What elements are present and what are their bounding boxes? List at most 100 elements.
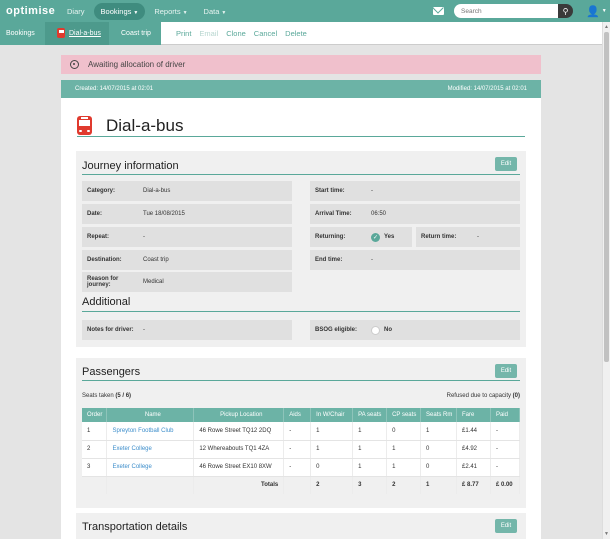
- cell-pa-seats: 1: [352, 422, 388, 441]
- col-order: Order: [82, 408, 108, 422]
- cell-cp-seats: 0: [386, 422, 422, 441]
- cancel-action[interactable]: Cancel: [254, 29, 277, 38]
- top-navbar: optimise Diary Bookings ▼ Reports ▼ Data ▼ …: [0, 0, 610, 22]
- cell-order: 3: [82, 458, 108, 477]
- chevron-down-icon: ▼: [133, 9, 139, 16]
- refused-capacity-value: (0): [512, 393, 520, 399]
- col-cp-seats: CP seats: [386, 408, 422, 422]
- total-wchair: 2: [310, 476, 354, 494]
- col-pickup: Pickup Location: [193, 408, 285, 422]
- breadcrumb: Bookings Dial-a-bus Coast trip Print Ema…: [0, 21, 602, 45]
- breadcrumb-dial-a-bus[interactable]: Dial-a-bus: [45, 21, 109, 45]
- scroll-up-icon[interactable]: ▲: [604, 24, 609, 30]
- nav-diary-label: Diary: [67, 6, 85, 16]
- table-row: 3 Exeter College 46 Rowe Street EX10 8XW…: [82, 458, 521, 477]
- cell-paid: -: [490, 458, 521, 477]
- category-label: Category:: [87, 188, 116, 194]
- cell-empty: [283, 476, 312, 494]
- cell-pa-seats: 1: [352, 440, 388, 459]
- nav-bookings[interactable]: Bookings ▼: [93, 2, 146, 20]
- logo-text: optimise: [6, 5, 56, 17]
- cell-paid: -: [490, 422, 521, 441]
- date-label: Date:: [87, 211, 103, 217]
- passenger-link[interactable]: Spreyton Football Club: [106, 422, 195, 441]
- app-logo[interactable]: optimise: [6, 5, 60, 17]
- print-action[interactable]: Print: [176, 29, 191, 38]
- col-name: Name: [106, 408, 195, 422]
- transport-edit-button[interactable]: Edit: [495, 519, 517, 533]
- date-field: Date: Tue 18/08/2015: [82, 204, 292, 224]
- bsog-label: BSOG eligible:: [315, 327, 358, 333]
- col-fare: Fare: [456, 408, 491, 422]
- reason-value: Medical: [143, 279, 164, 285]
- total-seats-rm: 1: [420, 476, 457, 494]
- nav-diary[interactable]: Diary: [60, 3, 92, 20]
- passenger-link[interactable]: Exeter College: [106, 440, 195, 459]
- delete-action[interactable]: Delete: [285, 29, 307, 38]
- cell-seats-rm: 0: [420, 458, 457, 477]
- status-alert-text: Awaiting allocation of driver: [88, 60, 186, 69]
- category-value: Dial-a-bus: [143, 188, 171, 194]
- col-pa-seats: PA seats: [352, 408, 388, 422]
- bus-icon: [77, 116, 92, 135]
- arrival-time-field: Arrival Time: 06:50: [310, 204, 520, 224]
- seats-taken-value: (5 / 6): [115, 393, 132, 399]
- additional-divider: [82, 311, 520, 312]
- passengers-edit-button[interactable]: Edit: [495, 364, 517, 378]
- end-time-field: End time: -: [310, 250, 520, 270]
- total-paid: £ 0.00: [490, 476, 521, 494]
- seats-taken-label: Seats taken: [82, 393, 114, 399]
- cell-order: 2: [82, 440, 108, 459]
- journey-edit-button[interactable]: Edit: [495, 157, 517, 171]
- scroll-down-icon[interactable]: ▼: [604, 531, 609, 537]
- cell-wchair: 1: [310, 422, 354, 441]
- cell-aids: -: [283, 422, 312, 441]
- refused-capacity-label: Refused due to capacity: [446, 393, 511, 399]
- steering-wheel-icon: [70, 60, 79, 69]
- arrival-time-value: 06:50: [371, 211, 387, 217]
- returning-label: Returning:: [315, 234, 346, 240]
- chevron-down-icon: ▼: [221, 9, 227, 16]
- transport-panel: Transportation details Edit: [76, 513, 526, 539]
- cell-cp-seats: 1: [386, 458, 422, 477]
- category-field: Category: Dial-a-bus: [82, 181, 292, 201]
- scroll-thumb[interactable]: [604, 32, 609, 362]
- page-scrollbar[interactable]: ▲ ▼: [602, 22, 610, 539]
- search-input[interactable]: [454, 4, 558, 18]
- col-wchair: In W/Chair: [310, 408, 354, 422]
- passenger-link[interactable]: Exeter College: [106, 458, 195, 477]
- nav-reports[interactable]: Reports ▼: [147, 3, 194, 20]
- total-cp-seats: 2: [386, 476, 422, 494]
- clone-action[interactable]: Clone: [226, 29, 246, 38]
- totals-row: Totals 2 3 2 1 £ 8.77 £ 0.00: [82, 476, 521, 494]
- col-seats-rm: Seats Rm: [420, 408, 457, 422]
- cell-seats-rm: 0: [420, 440, 457, 459]
- col-paid: Paid: [490, 408, 521, 422]
- email-action: Email: [199, 28, 219, 38]
- page-title: Dial-a-bus: [106, 115, 184, 135]
- user-icon[interactable]: 👤 ▼: [586, 4, 607, 18]
- journey-heading: Journey information: [82, 160, 179, 172]
- return-time-label: Return time:: [421, 234, 457, 240]
- breadcrumb-bookings[interactable]: Bookings: [0, 21, 45, 45]
- booking-card: Created: 14/07/2015 at 02:01 Modified: 1…: [61, 80, 541, 539]
- meta-bar: Created: 14/07/2015 at 02:01 Modified: 1…: [61, 80, 541, 98]
- arrival-time-label: Arrival Time:: [315, 211, 352, 217]
- chevron-down-icon: ▼: [182, 9, 188, 16]
- breadcrumb-dial-a-bus-label: Dial-a-bus: [69, 29, 101, 37]
- bsog-value: No: [384, 327, 392, 333]
- totals-label: Totals: [193, 476, 285, 494]
- check-icon: ✓: [371, 232, 380, 242]
- mail-icon[interactable]: [433, 7, 444, 15]
- cell-fare: £4.92: [456, 440, 491, 459]
- nav-data[interactable]: Data ▼: [197, 3, 234, 20]
- reason-field: Reason for journey: Medical: [82, 272, 292, 292]
- created-timestamp: Created: 14/07/2015 at 02:01: [75, 86, 154, 92]
- breadcrumb-coast-trip[interactable]: Coast trip: [109, 21, 161, 45]
- cell-wchair: 0: [310, 458, 354, 477]
- destination-value: Coast trip: [143, 257, 169, 263]
- cell-cp-seats: 1: [386, 440, 422, 459]
- search-icon[interactable]: ⚲: [558, 4, 573, 18]
- reason-label: Reason for journey:: [87, 276, 119, 288]
- start-time-value: -: [371, 188, 373, 194]
